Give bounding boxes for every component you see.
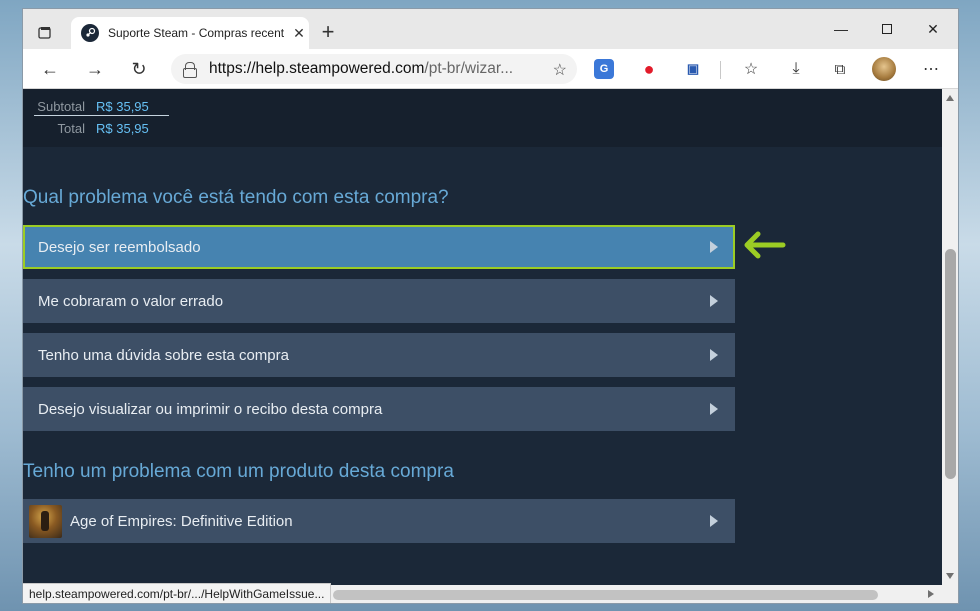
vertical-scroll-thumb[interactable] [945, 249, 956, 479]
favorites-icon[interactable]: ☆ [739, 57, 763, 81]
minimize-icon[interactable]: — [818, 15, 864, 43]
more-options-icon[interactable]: ⋯ [919, 57, 943, 81]
tab-title: Suporte Steam - Compras recentes [108, 26, 284, 40]
browser-window: Suporte Steam - Compras recentes ✕ + — ✕… [22, 8, 959, 604]
option-purchase-question[interactable]: Tenho uma dúvida sobre esta compra [23, 333, 735, 377]
chevron-right-icon [710, 295, 718, 307]
purchase-problem-title: Qual problema você está tendo com esta c… [23, 187, 449, 208]
option-label: Tenho uma dúvida sobre esta compra [38, 346, 289, 364]
subtotal-label: Subtotal [37, 99, 85, 114]
scroll-right-icon[interactable] [928, 590, 934, 598]
new-tab-icon[interactable]: + [318, 21, 338, 43]
product-item[interactable]: Age of Empires: Definitive Edition [23, 499, 735, 543]
steam-favicon-icon [81, 24, 99, 42]
scroll-down-icon[interactable] [946, 573, 954, 579]
add-favorite-icon[interactable]: ☆ [553, 60, 567, 80]
tab-strip: Suporte Steam - Compras recentes ✕ + — ✕ [23, 9, 958, 49]
page-content: Subtotal R$ 35,95 Total R$ 35,95 Qual pr… [23, 89, 942, 585]
address-bar[interactable]: https://help.steampowered.com/pt-br/wiza… [171, 54, 577, 84]
chevron-right-icon [710, 515, 718, 527]
downloads-icon[interactable]: ⤓ [784, 57, 808, 81]
adblock-extension-icon[interactable]: ● [639, 59, 659, 79]
scroll-up-icon[interactable] [946, 95, 954, 101]
maximize-icon[interactable] [864, 15, 910, 43]
total-value: R$ 35,95 [96, 121, 149, 136]
product-label: Age of Empires: Definitive Edition [70, 512, 293, 530]
refresh-icon[interactable]: ↻ [127, 57, 151, 81]
option-label: Desejo ser reembolsado [38, 238, 201, 256]
chevron-right-icon [710, 241, 718, 253]
game-thumbnail [29, 504, 62, 538]
url-text[interactable]: https://help.steampowered.com/pt-br/wiza… [209, 60, 539, 78]
tab-steam-support[interactable]: Suporte Steam - Compras recentes ✕ [71, 17, 309, 49]
product-problem-title: Tenho um problema com um produto desta c… [23, 461, 454, 482]
tab-actions-icon[interactable] [35, 23, 55, 43]
toolbar-divider [720, 61, 721, 79]
translate-extension-icon[interactable]: G [594, 59, 614, 79]
receipt-summary: Subtotal R$ 35,95 Total R$ 35,95 [23, 89, 942, 147]
back-icon[interactable]: ← [38, 57, 62, 81]
forward-icon[interactable]: → [83, 57, 107, 81]
receipt-divider [34, 115, 169, 116]
option-request-refund[interactable]: Desejo ser reembolsado [23, 225, 735, 269]
subtotal-value: R$ 35,95 [96, 99, 149, 114]
pdf-extension-icon[interactable]: ▣ [683, 59, 703, 79]
option-label: Me cobraram o valor errado [38, 292, 224, 310]
profile-avatar[interactable] [872, 57, 896, 81]
close-window-icon[interactable]: ✕ [910, 15, 956, 43]
collections-icon[interactable]: ⧉ [828, 57, 852, 81]
status-url-bar: help.steampowered.com/pt-br/.../HelpWith… [23, 583, 332, 603]
chevron-right-icon [710, 403, 718, 415]
arrow-left-icon [744, 231, 786, 259]
total-label: Total [57, 121, 85, 136]
option-wrong-charge[interactable]: Me cobraram o valor errado [23, 279, 735, 323]
option-view-receipt[interactable]: Desejo visualizar ou imprimir o recibo d… [23, 387, 735, 431]
vertical-scrollbar[interactable] [942, 89, 958, 585]
horizontal-scroll-thumb[interactable] [333, 590, 878, 600]
scrollbar-corner [942, 585, 958, 603]
lock-icon [183, 62, 197, 78]
browser-toolbar: ← → ↻ https://help.steampowered.com/pt-b… [23, 49, 958, 89]
close-tab-icon[interactable]: ✕ [292, 25, 306, 42]
chevron-right-icon [710, 349, 718, 361]
option-label: Desejo visualizar ou imprimir o recibo d… [38, 400, 383, 418]
